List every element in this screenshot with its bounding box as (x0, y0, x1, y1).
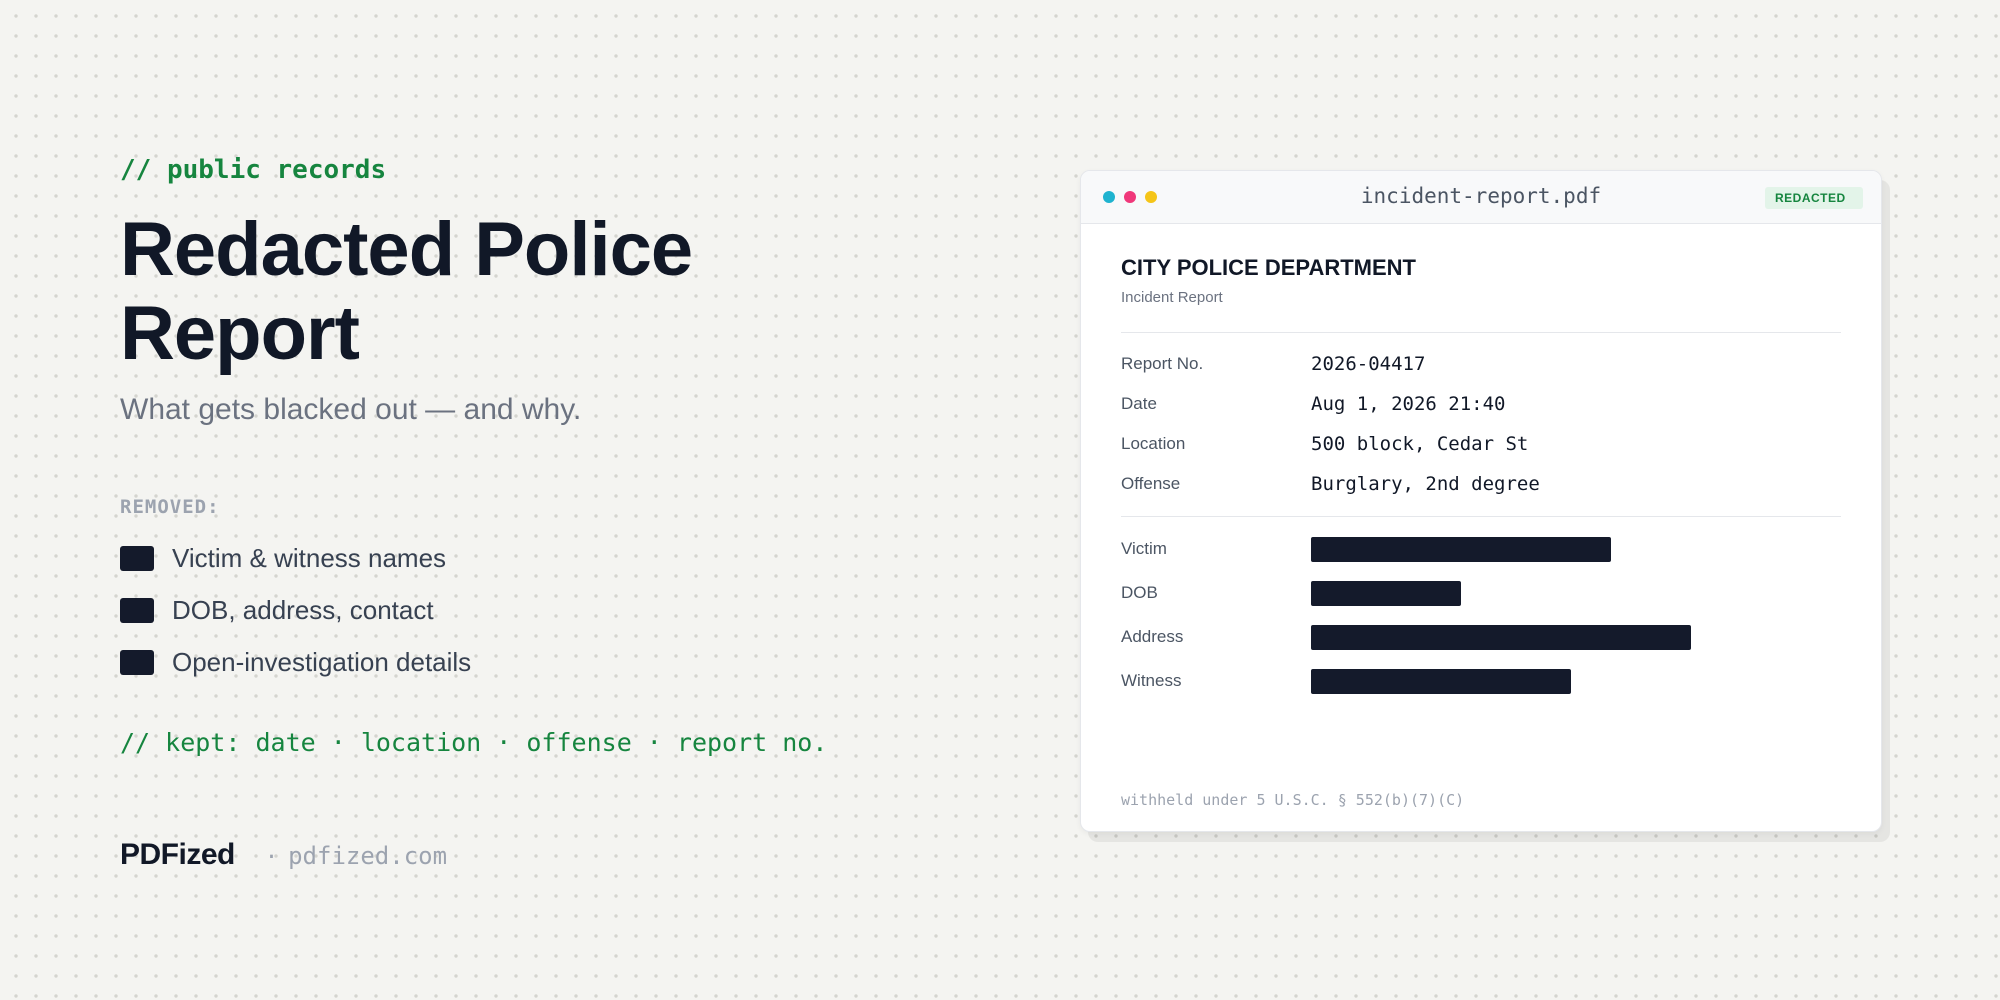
redaction-swatch-icon (120, 545, 154, 571)
redaction-bar (1311, 668, 1571, 694)
removed-heading: REMOVED: (120, 496, 220, 518)
brand-url: pdfized.com (288, 842, 448, 870)
department-name: CITY POLICE DEPARTMENT (1121, 255, 1416, 280)
field-value: 2026-04417 (1311, 353, 1426, 375)
field-label: Location (1121, 434, 1186, 453)
field-value: Burglary, 2nd degree (1311, 473, 1540, 495)
redaction-bar (1311, 580, 1461, 606)
hero-section: // public records Redacted Police Report… (120, 150, 980, 760)
field-label: Victim (1121, 539, 1167, 558)
removed-item: Open-investigation details (120, 636, 980, 688)
field-label: Address (1121, 627, 1184, 646)
legal-note: withheld under 5 U.S.C. § 552(b)(7)(C) (1121, 791, 1465, 809)
report-fields: Report No. 2026-04417 Date Aug 1, 2026 2… (1121, 344, 1841, 504)
removed-item-label: Victim & witness names (172, 542, 447, 573)
field-label: DOB (1121, 583, 1158, 602)
field-value: 500 block, Cedar St (1311, 433, 1529, 455)
eyebrow-tag: // public records (120, 155, 387, 185)
page-subtitle: What gets blacked out — and why. (120, 393, 582, 426)
window-titlebar: incident-report.pdf REDACTED (1081, 171, 1881, 224)
removed-item: DOB, address, contact (120, 584, 980, 636)
field-label: Report No. (1121, 354, 1204, 373)
page-title: Redacted Police Report (120, 207, 693, 376)
redacted-row: Witness (1121, 659, 1841, 703)
redacted-row: Victim (1121, 527, 1841, 571)
divider (1121, 332, 1841, 333)
field-row: Date Aug 1, 2026 21:40 (1121, 384, 1841, 424)
removed-list: Victim & witness names DOB, address, con… (120, 532, 980, 688)
status-badge: REDACTED (1765, 187, 1863, 209)
document-window: incident-report.pdf REDACTED CITY POLICE… (1080, 170, 1882, 832)
redaction-swatch-icon (120, 597, 154, 623)
redaction-bar (1311, 624, 1691, 650)
field-row: Location 500 block, Cedar St (1121, 424, 1841, 464)
field-row: Report No. 2026-04417 (1121, 344, 1841, 384)
field-label: Date (1121, 394, 1157, 413)
redaction-swatch-icon (120, 649, 154, 675)
brand-footer: PDFized · pdfized.com (120, 838, 447, 872)
divider (1121, 516, 1841, 517)
file-name: incident-report.pdf (1360, 184, 1602, 208)
removed-item: Victim & witness names (120, 532, 980, 584)
document-body: CITY POLICE DEPARTMENT Incident Report R… (1081, 224, 1881, 703)
removed-item-label: DOB, address, contact (172, 594, 434, 625)
redacted-fields: Victim DOB Address Witness (1121, 527, 1841, 703)
redacted-row: DOB (1121, 571, 1841, 615)
brand-separator: · (264, 845, 279, 870)
kept-note: // kept: date · location · offense · rep… (120, 728, 828, 757)
redacted-row: Address (1121, 615, 1841, 659)
redaction-bar (1311, 536, 1611, 562)
document-type: Incident Report (1121, 289, 1223, 306)
field-label: Witness (1121, 671, 1182, 690)
field-label: Offense (1121, 474, 1181, 493)
removed-item-label: Open-investigation details (172, 646, 472, 677)
field-value: Aug 1, 2026 21:40 (1311, 393, 1506, 415)
field-row: Offense Burglary, 2nd degree (1121, 464, 1841, 504)
brand-logo: PDFized (120, 838, 235, 871)
